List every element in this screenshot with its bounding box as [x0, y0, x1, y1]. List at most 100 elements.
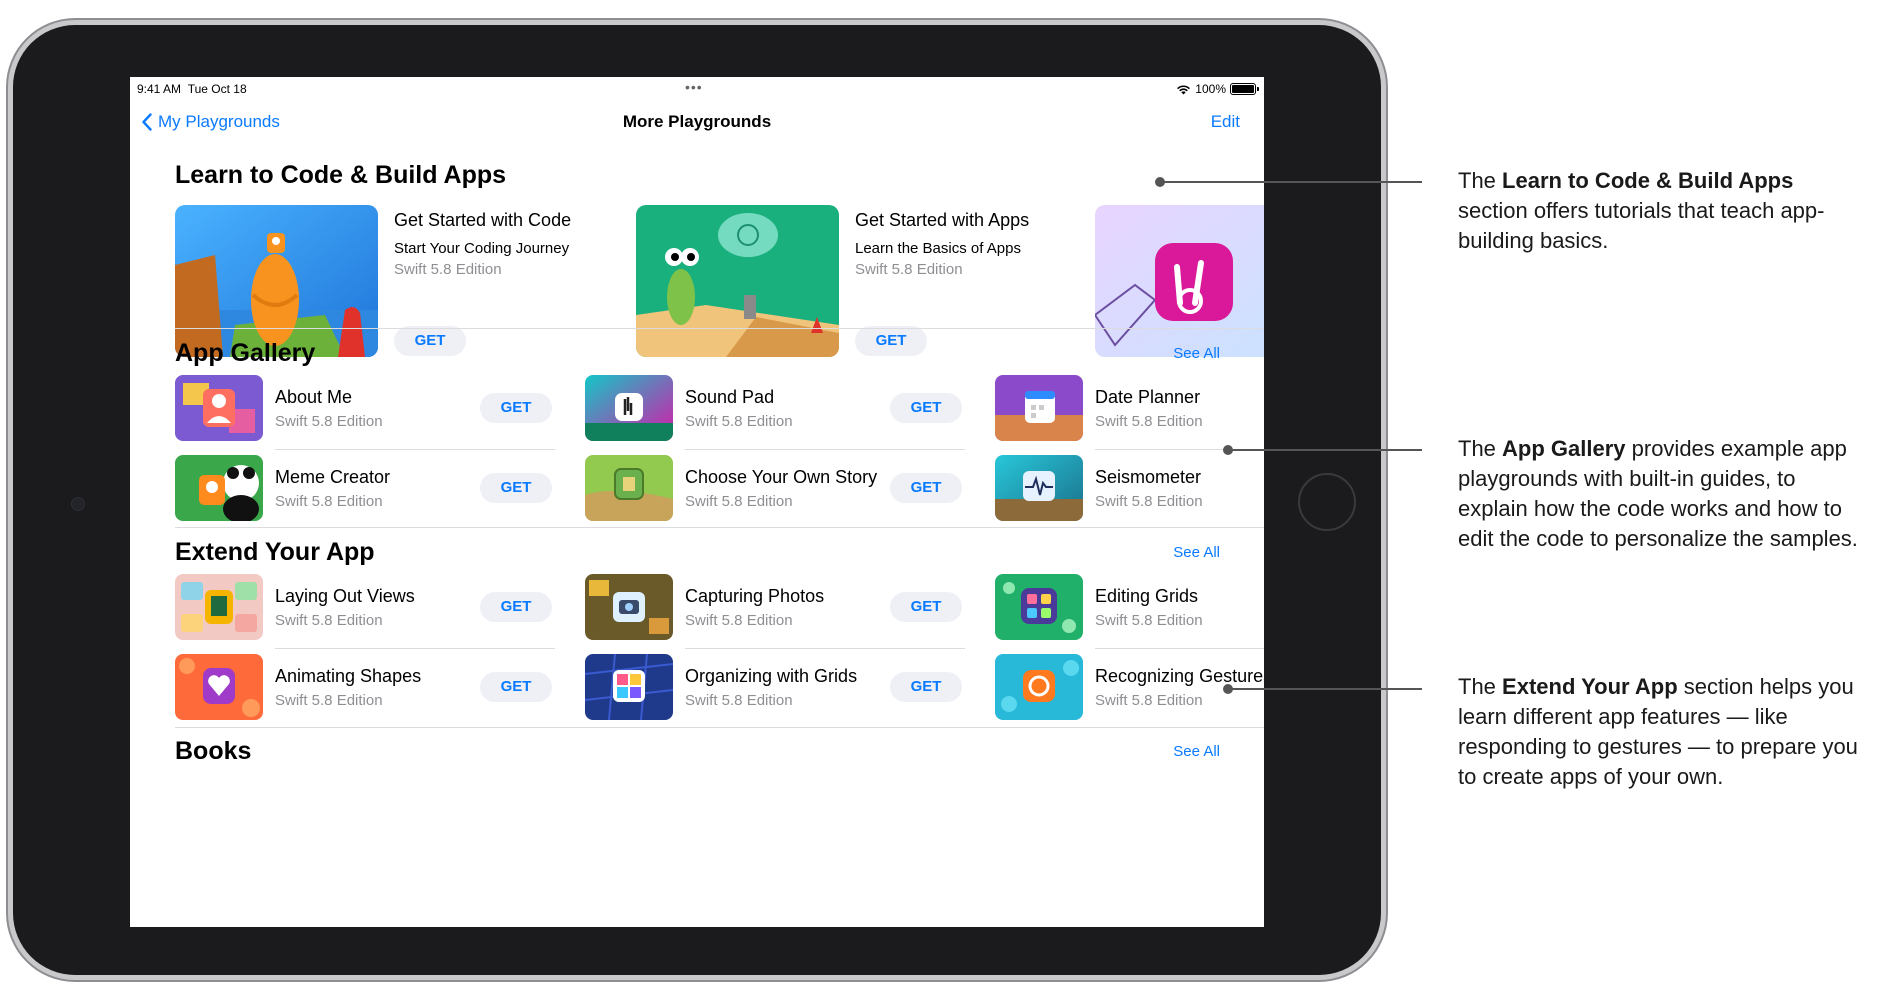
callout-line-gallery: [1228, 449, 1422, 451]
app-item-choose-story[interactable]: Choose Your Own Story Swift 5.8 Edition …: [585, 455, 975, 523]
feature-subtitle: Start Your Coding Journey: [394, 240, 570, 257]
callout-gallery-pre: The: [1458, 436, 1503, 461]
home-button[interactable]: [1298, 473, 1356, 531]
get-button[interactable]: GET: [480, 592, 552, 622]
app-edition: Swift 5.8 Edition: [1095, 413, 1203, 430]
see-all-books-link[interactable]: See All: [1173, 743, 1220, 760]
see-all-gallery-link[interactable]: See All: [1173, 345, 1220, 362]
feature-card-apps[interactable]: Get Started with Apps Learn the Basics o…: [636, 205, 1056, 359]
meme-creator-icon: [175, 455, 263, 521]
about-me-icon: [175, 375, 263, 441]
app-name: Organizing with Grids: [685, 666, 858, 686]
get-button[interactable]: GET: [890, 393, 962, 423]
callout-line-learn: [1160, 181, 1422, 183]
app-name: Meme Creator: [275, 467, 391, 487]
row-divider: [685, 449, 965, 450]
callout-learn-bold: Learn to Code & Build Apps: [1502, 168, 1794, 193]
app-item-organizing-grids[interactable]: Organizing with Grids Swift 5.8 Edition …: [585, 654, 975, 722]
row-divider: [1095, 648, 1264, 649]
section-divider: [175, 727, 1264, 728]
choose-story-icon: [585, 455, 673, 521]
app-name: Capturing Photos: [685, 586, 825, 606]
edit-button[interactable]: Edit: [1211, 112, 1240, 132]
section-title-learn: Learn to Code & Build Apps: [175, 161, 507, 189]
battery-percent: 100%: [1195, 82, 1226, 96]
get-button[interactable]: GET: [890, 672, 962, 702]
app-item-capturing-photos[interactable]: Capturing Photos Swift 5.8 Edition GET: [585, 574, 975, 649]
see-all-extend-link[interactable]: See All: [1173, 544, 1220, 561]
callout-extend-pre: The: [1458, 674, 1503, 699]
app-item-sound-pad[interactable]: Sound Pad Swift 5.8 Edition GET: [585, 375, 975, 450]
feature-thumbnail-apps: [636, 205, 839, 357]
get-button[interactable]: GET: [890, 592, 962, 622]
app-edition: Swift 5.8 Edition: [685, 692, 793, 709]
organizing-grids-icon: [585, 654, 673, 720]
get-button[interactable]: GET: [480, 473, 552, 503]
status-bar: 9:41 AM Tue Oct 18 ••• 100%: [130, 77, 1264, 103]
callout-learn-pre: The: [1458, 168, 1503, 193]
app-name: Recognizing Gestures: [1095, 666, 1264, 686]
row-divider: [685, 648, 965, 649]
section-divider: [175, 328, 1264, 329]
camera-icon: [71, 497, 85, 511]
status-clock: 9:41 AM: [137, 82, 182, 96]
seismometer-icon: [995, 455, 1083, 521]
callout-extend: The Extend Your App section helps you le…: [1458, 672, 1868, 792]
feature-card-partial[interactable]: [1095, 205, 1264, 359]
section-title-extend: Extend Your App: [175, 538, 375, 566]
callout-line-extend: [1228, 688, 1422, 690]
app-edition: Swift 5.8 Edition: [685, 612, 793, 629]
app-item-animating-shapes[interactable]: Animating Shapes Swift 5.8 Edition GET: [175, 654, 565, 722]
app-name: Laying Out Views: [275, 586, 415, 606]
app-name: About Me: [275, 387, 353, 407]
date-planner-icon: [995, 375, 1083, 441]
app-name: Seismometer: [1095, 467, 1202, 487]
callout-extend-bold: Extend Your App: [1502, 674, 1678, 699]
feature-edition: Swift 5.8 Edition: [394, 261, 502, 278]
section-title-gallery: App Gallery: [175, 339, 316, 367]
feature-card-code[interactable]: Get Started with Code Start Your Coding …: [175, 205, 595, 359]
app-item-about-me[interactable]: About Me Swift 5.8 Edition GET: [175, 375, 565, 450]
feature-subtitle: Learn the Basics of Apps: [855, 240, 1021, 257]
feature-name: Get Started with Apps: [855, 210, 1030, 230]
get-button[interactable]: GET: [480, 672, 552, 702]
battery-icon: [1230, 83, 1259, 95]
screen: 9:41 AM Tue Oct 18 ••• 100% My Playgroun…: [130, 77, 1264, 927]
recognizing-gestures-icon: [995, 654, 1083, 720]
status-indicators: 100%: [1176, 82, 1259, 96]
status-time: 9:41 AM Tue Oct 18: [137, 82, 247, 96]
app-item-editing-grids[interactable]: Editing Grids Swift 5.8 Edition: [995, 574, 1264, 649]
app-edition: Swift 5.8 Edition: [1095, 692, 1203, 709]
editing-grids-icon: [995, 574, 1083, 640]
feature-name: Get Started with Code: [394, 210, 572, 230]
capturing-photos-icon: [585, 574, 673, 640]
app-edition: Swift 5.8 Edition: [275, 493, 383, 510]
section-title-books: Books: [175, 737, 252, 765]
app-edition: Swift 5.8 Edition: [685, 493, 793, 510]
app-name: Animating Shapes: [275, 666, 422, 686]
app-item-seismometer[interactable]: Seismometer Swift 5.8 Edition: [995, 455, 1264, 523]
app-edition: Swift 5.8 Edition: [275, 612, 383, 629]
sound-pad-icon: [585, 375, 673, 441]
feature-thumbnail-code: [175, 205, 378, 357]
multitasking-dots-icon[interactable]: •••: [685, 79, 703, 95]
row-divider: [275, 648, 555, 649]
section-divider: [175, 527, 1264, 528]
app-item-laying-out-views[interactable]: Laying Out Views Swift 5.8 Edition GET: [175, 574, 565, 649]
get-button[interactable]: GET: [855, 326, 927, 356]
laying-out-views-icon: [175, 574, 263, 640]
app-edition: Swift 5.8 Edition: [1095, 612, 1203, 629]
app-name: Date Planner: [1095, 387, 1201, 407]
get-button[interactable]: GET: [480, 393, 552, 423]
callout-learn-post: section offers tutorials that teach app-…: [1458, 198, 1825, 253]
app-name: Sound Pad: [685, 387, 775, 407]
app-item-meme-creator[interactable]: Meme Creator Swift 5.8 Edition GET: [175, 455, 565, 523]
get-button[interactable]: GET: [394, 326, 466, 356]
feature-edition: Swift 5.8 Edition: [855, 261, 963, 278]
app-item-date-planner[interactable]: Date Planner Swift 5.8 Edition: [995, 375, 1264, 450]
callout-gallery-bold: App Gallery: [1502, 436, 1626, 461]
navigation-bar: My Playgrounds More Playgrounds Edit: [130, 107, 1264, 147]
app-name: Editing Grids: [1095, 586, 1199, 606]
callout-gallery: The App Gallery provides example app pla…: [1458, 434, 1868, 554]
get-button[interactable]: GET: [890, 473, 962, 503]
